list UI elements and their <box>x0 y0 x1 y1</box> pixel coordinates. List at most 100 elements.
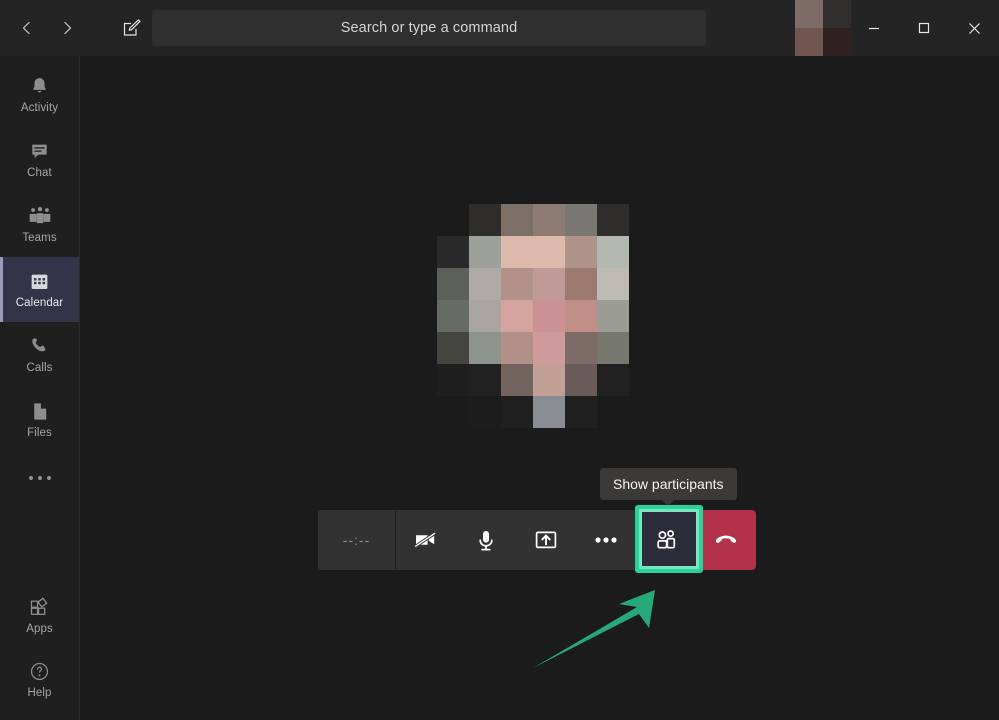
hang-up-button[interactable] <box>696 510 756 570</box>
chevron-right-icon <box>64 21 72 35</box>
teams-meeting-window: Search or type a command Activity Chat T… <box>0 0 999 720</box>
avatar-pixel-block <box>823 0 851 28</box>
sidebar-item-activity[interactable]: Activity <box>0 62 79 127</box>
forward-button[interactable] <box>50 11 84 45</box>
file-icon <box>34 403 47 420</box>
apps-icon <box>30 596 48 615</box>
video-pixel-block <box>533 332 565 364</box>
video-pixel-block <box>437 236 469 268</box>
sidebar-item-label: Apps <box>26 622 53 635</box>
video-pixel-block <box>597 300 629 332</box>
video-pixel-block <box>469 204 501 236</box>
annotation-arrow <box>533 590 655 668</box>
window-controls <box>849 0 999 56</box>
video-pixel-block <box>469 396 501 428</box>
back-button[interactable] <box>10 11 44 45</box>
video-pixel-block <box>501 236 533 268</box>
video-pixel-block <box>469 332 501 364</box>
call-control-toolbar: --:-- <box>318 510 756 570</box>
minimize-button[interactable] <box>849 0 899 56</box>
tooltip-show-participants: Show participants <box>600 468 737 506</box>
sidebar-item-label: Teams <box>22 232 57 244</box>
sidebar-item-files[interactable]: Files <box>0 387 79 452</box>
avatar-pixel-block <box>795 0 823 28</box>
video-pixel-block <box>565 268 597 300</box>
video-pixel-block <box>501 364 533 396</box>
video-pixel-block <box>533 396 565 428</box>
video-pixel-block <box>597 204 629 236</box>
help-icon <box>30 662 49 681</box>
video-pixel-block <box>597 364 629 396</box>
video-pixel-block <box>565 204 597 236</box>
video-pixel-block <box>501 204 533 236</box>
camera-toggle-button[interactable] <box>396 510 456 570</box>
share-screen-button[interactable] <box>516 510 576 570</box>
tooltip-label: Show participants <box>613 476 724 492</box>
bell-icon <box>33 78 46 93</box>
microphone-toggle-button[interactable] <box>456 510 516 570</box>
maximize-icon <box>918 22 930 34</box>
pixelated-video-feed <box>437 204 629 396</box>
teams-icon <box>29 206 50 224</box>
video-pixel-block <box>437 332 469 364</box>
share-screen-icon <box>535 531 557 549</box>
ellipsis-icon <box>28 476 51 480</box>
search-input[interactable]: Search or type a command <box>341 20 518 36</box>
video-pixel-block <box>565 396 597 428</box>
video-pixel-block <box>533 268 565 300</box>
phone-icon <box>32 338 46 352</box>
video-pixel-block <box>437 364 469 396</box>
video-pixel-block <box>501 332 533 364</box>
video-pixel-block <box>501 268 533 300</box>
calendar-icon <box>31 274 48 289</box>
compose-new-chat-button[interactable] <box>114 10 150 46</box>
video-pixel-block <box>469 364 501 396</box>
video-pixel-block <box>565 364 597 396</box>
minimize-icon <box>869 27 879 30</box>
avatar-pixel-block <box>823 28 851 56</box>
video-pixel-block <box>437 204 469 236</box>
more-actions-button[interactable] <box>576 510 636 570</box>
sidebar-item-label: Help <box>27 687 52 699</box>
sidebar-item-calls[interactable]: Calls <box>0 322 79 387</box>
video-pixel-block <box>437 300 469 332</box>
video-pixel-block <box>565 236 597 268</box>
show-participants-button[interactable] <box>636 510 696 570</box>
video-pixel-block <box>565 332 597 364</box>
sidebar-item-label: Activity <box>20 102 59 114</box>
video-pixel-block <box>533 300 565 332</box>
hangup-icon <box>715 535 737 543</box>
video-pixel-block <box>597 332 629 364</box>
chevron-left-icon <box>22 21 30 35</box>
call-duration-value: --:-- <box>342 532 371 548</box>
sidebar-item-chat[interactable]: Chat <box>0 127 79 192</box>
video-pixel-block <box>469 268 501 300</box>
sidebar-item-label: Files <box>27 427 52 439</box>
video-pixel-block <box>501 300 533 332</box>
video-pixel-block <box>565 300 597 332</box>
maximize-button[interactable] <box>899 0 949 56</box>
video-pixel-block <box>469 236 501 268</box>
blurred-profile-avatar[interactable] <box>795 0 851 56</box>
people-icon <box>657 530 676 549</box>
close-button[interactable] <box>949 0 999 56</box>
sidebar-item-apps[interactable]: Apps <box>0 582 79 647</box>
sidebar-item-label: Calls <box>26 362 53 374</box>
microphone-icon <box>479 531 493 551</box>
sidebar-item-teams[interactable]: Teams <box>0 192 79 257</box>
sidebar-more-apps-button[interactable] <box>0 452 79 504</box>
app-sidebar: Activity Chat Teams Calendar Calls Files… <box>0 56 79 720</box>
sidebar-item-label: Calendar <box>15 297 64 309</box>
call-control-buttons <box>396 510 696 570</box>
chat-icon <box>32 144 47 159</box>
video-pixel-block <box>533 364 565 396</box>
camera-off-icon <box>414 531 436 548</box>
video-pixel-block <box>533 204 565 236</box>
search-bar[interactable]: Search or type a command <box>152 10 706 46</box>
sidebar-bottom-group: Apps Help <box>0 582 79 712</box>
close-icon <box>968 22 980 34</box>
sidebar-item-calendar[interactable]: Calendar <box>0 257 79 322</box>
avatar-pixel-block <box>795 28 823 56</box>
sidebar-item-help[interactable]: Help <box>0 647 79 712</box>
video-pixel-block <box>437 268 469 300</box>
